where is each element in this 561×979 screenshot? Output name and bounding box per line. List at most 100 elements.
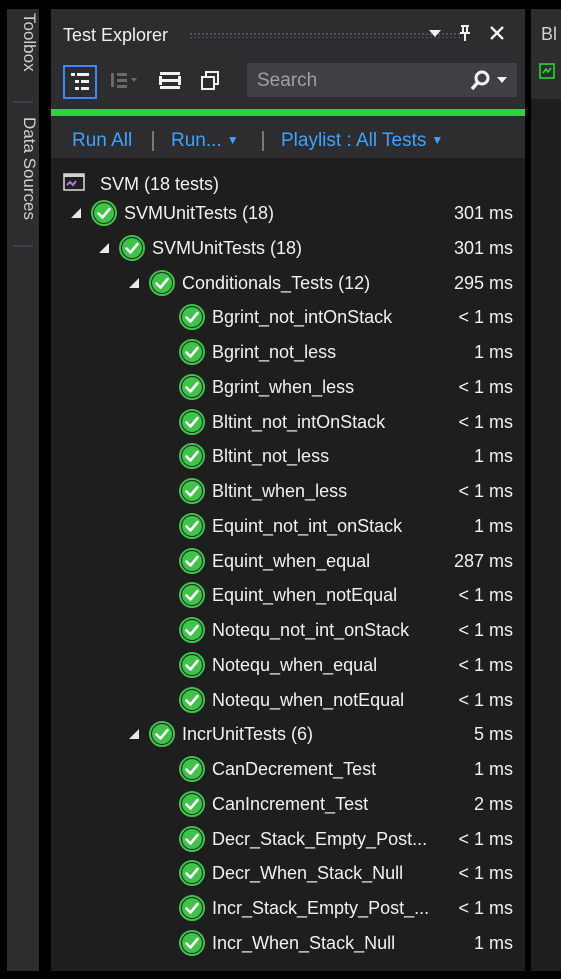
action-divider <box>152 131 154 151</box>
action-divider <box>262 131 264 151</box>
copy-button[interactable] <box>195 65 229 99</box>
adjacent-panel-tab[interactable]: Bl <box>531 9 561 55</box>
adjacent-panel-tab-label: Bl <box>541 24 558 44</box>
test-row[interactable]: Equint_when_notEqual < 1 ms <box>51 579 525 613</box>
test-row[interactable]: Equint_when_equal 287 ms <box>51 545 525 579</box>
run-dropdown-label: Run... <box>171 130 222 151</box>
test-group-row[interactable]: Conditionals_Tests (12) 295 ms <box>51 267 525 301</box>
test-duration: < 1 ms <box>458 620 513 640</box>
test-row[interactable]: Bltint_when_less < 1 ms <box>51 475 525 509</box>
show-hierarchy-button[interactable] <box>63 65 97 99</box>
test-row[interactable]: Equint_not_int_onStack 1 ms <box>51 510 525 544</box>
test-icon[interactable] <box>539 63 555 79</box>
test-explorer-panel: Test Explorer Search Run All Run... ▼ Pl… <box>51 9 525 971</box>
test-name: Notequ_when_notEqual <box>212 689 405 710</box>
window-frame: Toolbox Data Sources Test Explorer Searc… <box>0 0 561 979</box>
test-group-row[interactable]: IncrUnitTests (6) 5 ms <box>51 718 525 752</box>
passed-check-icon <box>179 512 205 539</box>
test-row[interactable]: Decr_Stack_Empty_Post... < 1 ms <box>51 823 525 857</box>
chevron-down-icon: ▼ <box>226 133 239 147</box>
passed-check-icon <box>179 860 205 887</box>
expanded-arrow-icon[interactable] <box>127 276 141 290</box>
close-icon[interactable] <box>487 23 507 43</box>
test-row[interactable]: CanIncrement_Test 2 ms <box>51 788 525 822</box>
side-tab-divider <box>13 245 33 247</box>
expanded-arrow-icon[interactable] <box>97 241 111 255</box>
expand-all-icon <box>159 72 181 89</box>
test-progress-fill <box>51 109 525 116</box>
test-name: CanDecrement_Test <box>212 759 377 779</box>
adjacent-toolbar <box>531 55 561 99</box>
test-row[interactable]: Bgrint_not_intOnStack < 1 ms <box>51 301 525 335</box>
test-row[interactable]: Bgrint_not_less 1 ms <box>51 336 525 370</box>
test-duration: 287 ms <box>453 550 513 571</box>
passed-check-icon <box>179 304 205 331</box>
test-row[interactable]: Decr_When_Stack_Null < 1 ms <box>51 857 525 891</box>
playlist-dropdown[interactable]: Playlist : All Tests ▼ <box>281 130 443 152</box>
passed-check-icon <box>179 825 205 852</box>
passed-check-icon <box>179 339 205 365</box>
passed-check-icon <box>149 721 175 748</box>
passed-check-icon <box>179 929 205 956</box>
expanded-arrow-icon[interactable] <box>69 206 83 220</box>
test-row[interactable]: Notequ_when_equal < 1 ms <box>51 649 525 683</box>
passed-check-icon <box>179 686 205 713</box>
expanded-arrow-icon[interactable] <box>127 727 141 741</box>
passed-check-icon <box>149 269 175 296</box>
chevron-down-icon: ▼ <box>431 133 444 147</box>
test-row[interactable]: Bltint_not_less 1 ms <box>51 440 525 474</box>
test-name: Incr_When_Stack_Null <box>212 932 396 953</box>
pin-icon[interactable] <box>455 23 475 43</box>
test-group-row[interactable]: SVMUnitTests (18) 301 ms <box>51 197 525 231</box>
test-name: Bgrint_not_intOnStack <box>212 307 393 328</box>
test-progress-bar <box>51 109 525 116</box>
test-duration: < 1 ms <box>458 411 513 432</box>
test-name: Incr_Stack_Empty_Post_... <box>212 898 430 918</box>
adjacent-panel: Bl <box>531 9 561 971</box>
run-dropdown[interactable]: Run... ▼ <box>171 130 239 152</box>
test-row[interactable]: Incr_Stack_Empty_Post_... < 1 ms <box>51 892 525 926</box>
expand-all-button[interactable] <box>155 65 189 99</box>
toolbox-tab[interactable]: Toolbox <box>7 13 39 91</box>
test-row[interactable]: Notequ_not_int_onStack < 1 ms <box>51 614 525 648</box>
test-name: Bgrint_when_less <box>212 376 355 397</box>
drag-grip[interactable] <box>189 32 461 38</box>
copy-icon <box>201 71 219 90</box>
passed-check-icon <box>179 478 205 504</box>
passed-check-icon <box>179 443 205 470</box>
dropdown-arrow-icon[interactable] <box>425 23 445 43</box>
test-name: Bgrint_not_less <box>212 342 337 362</box>
passed-check-icon <box>119 234 145 261</box>
test-name: Conditionals_Tests (12) <box>182 272 371 293</box>
search-input[interactable] <box>247 63 469 99</box>
test-duration: 295 ms <box>453 272 513 293</box>
test-row[interactable]: Notequ_when_notEqual < 1 ms <box>51 684 525 718</box>
search-options-arrow-icon[interactable] <box>496 75 508 85</box>
data-sources-tab[interactable]: Data Sources <box>7 117 39 237</box>
playlist-label: Playlist : All Tests <box>281 130 427 151</box>
run-all-link[interactable]: Run All <box>72 130 132 152</box>
passed-check-icon <box>179 408 205 435</box>
search-icon[interactable] <box>469 70 491 92</box>
test-name: Notequ_not_int_onStack <box>212 620 410 640</box>
panel-titlebar[interactable]: Test Explorer <box>51 9 525 55</box>
test-duration: 301 ms <box>453 203 513 223</box>
search-box[interactable] <box>247 63 517 99</box>
group-by-button[interactable] <box>107 65 141 99</box>
test-duration: 1 ms <box>473 759 513 779</box>
passed-check-icon <box>179 373 205 400</box>
hierarchy-icon <box>71 73 89 90</box>
test-row[interactable]: Bgrint_when_less < 1 ms <box>51 371 525 405</box>
test-row[interactable]: Bltint_not_intOnStack < 1 ms <box>51 406 525 440</box>
test-name: Equint_when_notEqual <box>212 585 398 606</box>
passed-check-icon <box>91 200 117 226</box>
test-row[interactable]: Incr_When_Stack_Null 1 ms <box>51 927 525 961</box>
test-duration: 1 ms <box>473 342 513 362</box>
test-project-label: SVM (18 tests) <box>100 174 220 194</box>
test-project-icon <box>63 173 85 191</box>
test-name: Decr_When_Stack_Null <box>212 863 404 884</box>
side-tab-strip: Toolbox Data Sources <box>7 9 39 971</box>
test-name: CanIncrement_Test <box>212 793 369 814</box>
test-group-row[interactable]: SVMUnitTests (18) 301 ms <box>51 232 525 266</box>
test-row[interactable]: CanDecrement_Test 1 ms <box>51 753 525 787</box>
